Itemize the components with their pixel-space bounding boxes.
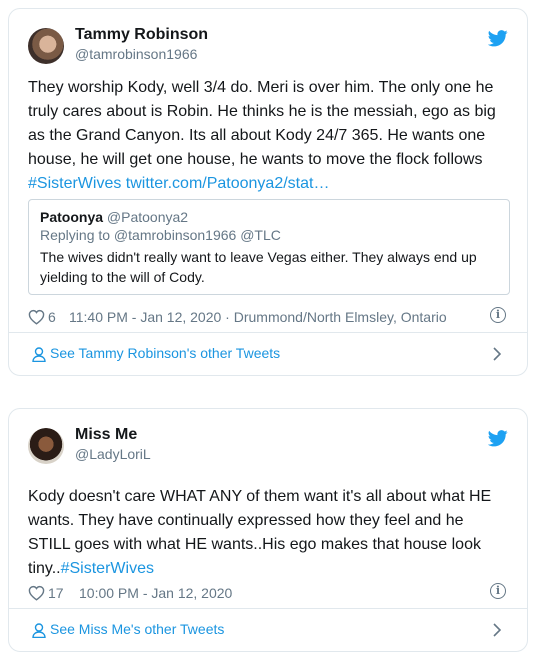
tweet-text: Kody doesn't care WHAT ANY of them want … <box>28 485 509 581</box>
quoted-author-name: Patoonya <box>40 209 104 225</box>
like-count: 17 <box>48 585 64 601</box>
replying-to: Replying to @tamrobinson1966 @TLC <box>40 227 281 243</box>
avatar[interactable] <box>28 428 64 464</box>
tweet-meta: 17 10:00 PM - Jan 12, 2020 i <box>28 583 509 605</box>
info-icon[interactable]: i <box>490 307 506 323</box>
person-icon <box>32 623 46 638</box>
heart-icon[interactable] <box>28 309 45 325</box>
quoted-tweet[interactable]: Patoonya @Patoonya2 Replying to @tamrobi… <box>28 199 510 295</box>
person-icon <box>32 347 46 362</box>
hashtag-link[interactable]: #SisterWives <box>61 560 154 577</box>
tweet-body: They worship Kody, well 3/4 do. Meri is … <box>28 79 496 168</box>
see-other-tweets-link[interactable]: See Miss Me's other Tweets <box>50 621 224 637</box>
tweet-meta: 6 11:40 PM - Jan 12, 2020 · Drummond/Nor… <box>28 307 509 329</box>
tweet-footer[interactable]: See Miss Me's other Tweets <box>9 608 527 651</box>
tweet-footer[interactable]: See Tammy Robinson's other Tweets <box>9 332 527 375</box>
chevron-right-icon[interactable] <box>493 347 501 361</box>
quoted-text: The wives didn't really want to leave Ve… <box>40 249 477 285</box>
timestamp[interactable]: 11:40 PM - Jan 12, 2020 · Drummond/North… <box>69 309 447 325</box>
tweet-header: Tammy Robinson @tamrobinson1966 <box>28 24 512 74</box>
author-handle[interactable]: @tamrobinson1966 <box>75 46 197 62</box>
see-other-tweets-link[interactable]: See Tammy Robinson's other Tweets <box>50 345 280 361</box>
quoted-tweet-url[interactable]: twitter.com/Patoonya2/stat… <box>121 175 330 192</box>
author-name[interactable]: Miss Me <box>75 426 137 444</box>
info-icon[interactable]: i <box>490 583 506 599</box>
twitter-bird-icon[interactable] <box>488 430 508 447</box>
author-name[interactable]: Tammy Robinson <box>75 26 208 44</box>
like-count: 6 <box>48 309 56 325</box>
chevron-right-icon[interactable] <box>493 623 501 637</box>
tweet-header: Miss Me @LadyLoriL <box>28 424 512 474</box>
timestamp[interactable]: 10:00 PM - Jan 12, 2020 <box>79 585 232 601</box>
tweet-card[interactable]: Tammy Robinson @tamrobinson1966 They wor… <box>8 8 528 376</box>
author-handle[interactable]: @LadyLoriL <box>75 446 151 462</box>
twitter-bird-icon[interactable] <box>488 30 508 47</box>
avatar[interactable] <box>28 28 64 64</box>
hashtag-link[interactable]: #SisterWives <box>28 175 121 192</box>
tweet-text: They worship Kody, well 3/4 do. Meri is … <box>28 76 509 196</box>
quoted-author-handle: @Patoonya2 <box>106 209 189 225</box>
quoted-author: Patoonya @Patoonya2 <box>40 209 188 225</box>
tweet-card[interactable]: Miss Me @LadyLoriL Kody doesn't care WHA… <box>8 408 528 652</box>
heart-icon[interactable] <box>28 585 45 601</box>
